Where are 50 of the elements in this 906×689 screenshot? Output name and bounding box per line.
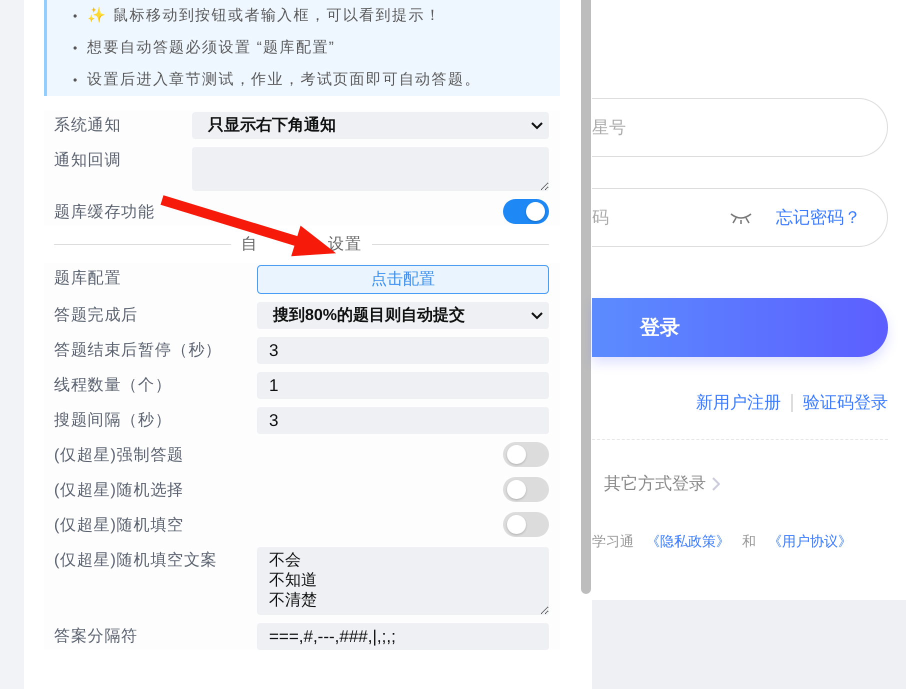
other-login-link[interactable]: 其它方式登录 [604,472,706,495]
setting-label: 题库配置 [54,268,122,289]
account-field[interactable]: 星号 [592,98,888,157]
dropdown-field[interactable]: 搜到80%的题目则自动提交 [257,302,549,329]
terms-text: 学习通 [592,533,634,551]
setting-label: (仅超星)随机填空文案 [54,550,218,571]
setting-label: 答案分隔符 [54,626,139,647]
text-area[interactable]: 不会 不知道 不清楚 [257,547,549,615]
chevron-down-icon [531,122,543,130]
configure-button[interactable]: 点击配置 [257,265,549,294]
terms-text: 和 [742,533,756,551]
text-area[interactable] [192,147,549,191]
chevron-right-icon [712,476,720,490]
tip-text: 想要自动答题必须设置 “题库配置” [87,38,336,58]
password-field[interactable]: 码 忘记密码？ [592,188,888,247]
policy-link[interactable]: 《隐私政策》 [646,533,730,551]
text-field[interactable]: 3 [257,337,549,364]
dropdown-field[interactable]: 只显示右下角通知 [192,112,549,139]
eye-closed-icon[interactable] [730,212,752,224]
chevron-down-icon [531,312,543,320]
text-field[interactable]: 3 [257,407,549,434]
toggle-switch[interactable] [503,477,549,502]
scrollbar-thumb[interactable] [581,0,591,594]
setting-label: 线程数量（个） [54,376,173,396]
bullet-mark: • [73,8,78,25]
tip-text: ✨ 鼠标移动到按钮或者输入框，可以看到提示！ [87,6,442,26]
toggle-switch[interactable] [503,442,549,467]
setting-label: 通知回调 [54,150,122,171]
tip-text: 设置后进入章节测试，作业，考试页面即可自动答题。 [87,70,481,90]
setting-label: 答题完成后 [54,306,139,326]
setting-label: 题库缓存功能 [54,202,156,223]
login-button[interactable]: 登录 [592,298,888,357]
bullet-mark: • [73,72,78,89]
toggle-switch[interactable] [503,512,549,537]
text-field[interactable]: ===,#,---,###,|,;,; [257,623,549,650]
forgot-password-link[interactable]: 忘记密码？ [776,206,861,229]
register-link[interactable]: 新用户注册 [696,391,781,414]
setting-label: (仅超星)随机选择 [54,480,185,501]
setting-label: (仅超星)强制答题 [54,446,185,466]
setting-label: 答题结束后暂停（秒） [54,340,223,361]
setting-label: 系统通知 [54,116,122,136]
toggle-switch[interactable] [503,199,549,224]
policy-link[interactable]: 《用户协议》 [768,533,852,551]
setting-label: 搜题间隔（秒） [54,410,173,431]
section-title: 设置 [328,235,362,255]
bullet-mark: • [73,40,78,57]
code-login-link[interactable]: 验证码登录 [803,391,888,414]
section-title: 自 [241,235,258,255]
text-field[interactable]: 1 [257,372,549,399]
setting-label: (仅超星)随机填空 [54,516,185,536]
